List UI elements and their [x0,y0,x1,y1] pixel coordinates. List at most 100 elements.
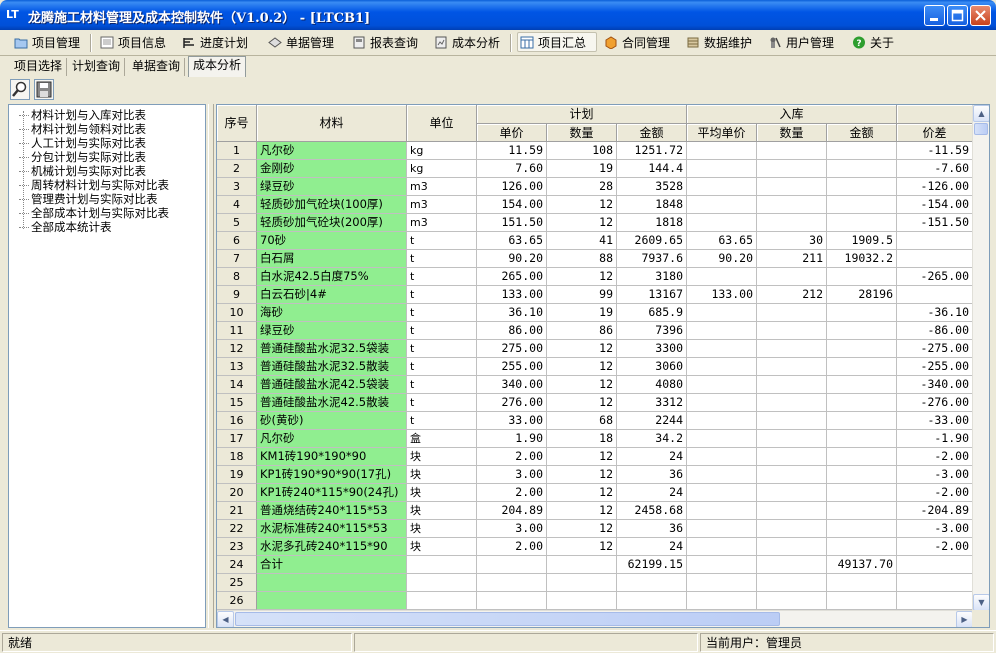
cell-material[interactable]: 海砂 [257,304,407,322]
table-row[interactable]: 4 轻质砂加气砼块(100厚) m3 154.00 12 1848 -154.00 [217,196,973,214]
cell-unit[interactable]: t [407,250,477,268]
cell-material[interactable]: 轻质砂加气砼块(100厚) [257,196,407,214]
cell-samount[interactable] [827,394,897,412]
cell-material[interactable]: 金刚砂 [257,160,407,178]
tree-item[interactable]: 全部成本计划与实际对比表 [19,206,169,220]
cell-seq[interactable]: 12 [217,340,257,358]
column-header-stock-qty[interactable]: 数量 [757,124,827,142]
cell-seq[interactable]: 5 [217,214,257,232]
table-row[interactable]: 3 绿豆砂 m3 126.00 28 3528 -126.00 [217,178,973,196]
cell-qty[interactable]: 12 [547,268,617,286]
cell-qty[interactable]: 28 [547,178,617,196]
cell-diff[interactable]: -154.00 [897,196,973,214]
cell-price[interactable]: 2.00 [477,484,547,502]
cell-amount[interactable]: 2458.68 [617,502,687,520]
cell-material[interactable] [257,592,407,610]
cell-amount[interactable]: 1251.72 [617,142,687,160]
column-header-stock-avg-price[interactable]: 平均单价 [687,124,757,142]
cell-sqty[interactable] [757,412,827,430]
cell-diff[interactable] [897,250,973,268]
cell-diff[interactable] [897,556,973,574]
cell-sqty[interactable] [757,448,827,466]
column-group-stock[interactable]: 入库 [687,105,897,124]
cell-avg[interactable]: 63.65 [687,232,757,250]
cell-unit[interactable]: 盒 [407,430,477,448]
table-row[interactable]: 23 水泥多孔砖240*115*90 块 2.00 12 24 -2.00 [217,538,973,556]
cell-price[interactable]: 265.00 [477,268,547,286]
cell-avg[interactable] [687,412,757,430]
cell-samount[interactable]: 19032.2 [827,250,897,268]
cell-seq[interactable]: 25 [217,574,257,592]
cell-price[interactable]: 151.50 [477,214,547,232]
cell-diff[interactable]: -255.00 [897,358,973,376]
cell-diff[interactable]: -11.59 [897,142,973,160]
scroll-right-icon[interactable]: ▶ [956,611,973,627]
cell-qty[interactable]: 12 [547,214,617,232]
cell-seq[interactable]: 7 [217,250,257,268]
cell-material[interactable] [257,574,407,592]
cell-qty[interactable] [547,556,617,574]
table-row[interactable]: 5 轻质砂加气砼块(200厚) m3 151.50 12 1818 -151.50 [217,214,973,232]
cell-qty[interactable]: 108 [547,142,617,160]
cell-material[interactable]: 普通硅酸盐水泥32.5袋装 [257,340,407,358]
column-header-price-diff[interactable]: 价差 [897,124,973,142]
cell-qty[interactable]: 12 [547,196,617,214]
cell-samount[interactable] [827,574,897,592]
cell-samount[interactable] [827,304,897,322]
cell-price[interactable] [477,556,547,574]
tree-item[interactable]: 人工计划与实际对比表 [19,136,146,150]
cell-material[interactable]: 普通硅酸盐水泥32.5散装 [257,358,407,376]
cell-samount[interactable] [827,160,897,178]
cell-amount[interactable] [617,592,687,610]
cell-avg[interactable] [687,430,757,448]
cell-sqty[interactable] [757,538,827,556]
cell-diff[interactable]: -340.00 [897,376,973,394]
cell-sqty[interactable] [757,376,827,394]
tab-document-query[interactable]: 单据查询 [128,58,186,76]
cell-qty[interactable]: 12 [547,502,617,520]
cell-samount[interactable] [827,430,897,448]
cell-qty[interactable]: 19 [547,160,617,178]
cell-diff[interactable] [897,592,973,610]
cell-avg[interactable]: 133.00 [687,286,757,304]
cell-material[interactable]: 普通烧结砖240*115*53 [257,502,407,520]
table-row[interactable]: 2 金刚砂 kg 7.60 19 144.4 -7.60 [217,160,973,178]
column-header-plan-price[interactable]: 单价 [477,124,547,142]
tree-item[interactable]: 周转材料计划与实际对比表 [19,178,169,192]
cell-material[interactable]: 合计 [257,556,407,574]
horizontal-scroll-thumb[interactable] [235,612,780,626]
cell-diff[interactable] [897,574,973,592]
cell-unit[interactable]: t [407,376,477,394]
cell-samount[interactable] [827,340,897,358]
cell-amount[interactable]: 3180 [617,268,687,286]
cell-avg[interactable] [687,556,757,574]
table-row[interactable]: 18 KM1砖190*190*90 块 2.00 12 24 -2.00 [217,448,973,466]
vertical-scrollbar[interactable]: ▲ ▼ [972,105,989,611]
cell-sqty[interactable] [757,322,827,340]
cell-avg[interactable] [687,538,757,556]
cell-unit[interactable]: 块 [407,484,477,502]
table-row[interactable]: 12 普通硅酸盐水泥32.5袋装 t 275.00 12 3300 -275.00 [217,340,973,358]
cell-qty[interactable]: 12 [547,520,617,538]
cell-qty[interactable]: 12 [547,340,617,358]
table-row[interactable]: 26 [217,592,973,610]
cell-material[interactable]: 绿豆砂 [257,178,407,196]
cell-diff[interactable] [897,232,973,250]
cell-seq[interactable]: 16 [217,412,257,430]
cell-price[interactable] [477,592,547,610]
cell-material[interactable]: 白水泥42.5白度75% [257,268,407,286]
cell-amount[interactable]: 24 [617,484,687,502]
panel-splitter[interactable] [208,104,214,628]
cell-seq[interactable]: 2 [217,160,257,178]
cell-amount[interactable]: 3300 [617,340,687,358]
cell-seq[interactable]: 23 [217,538,257,556]
cell-price[interactable]: 63.65 [477,232,547,250]
cell-material[interactable]: 水泥多孔砖240*115*90 [257,538,407,556]
cell-qty[interactable]: 41 [547,232,617,250]
cell-samount[interactable]: 28196 [827,286,897,304]
cell-seq[interactable]: 4 [217,196,257,214]
cell-diff[interactable]: -151.50 [897,214,973,232]
cell-price[interactable]: 1.90 [477,430,547,448]
cell-amount[interactable]: 2244 [617,412,687,430]
cell-price[interactable]: 126.00 [477,178,547,196]
